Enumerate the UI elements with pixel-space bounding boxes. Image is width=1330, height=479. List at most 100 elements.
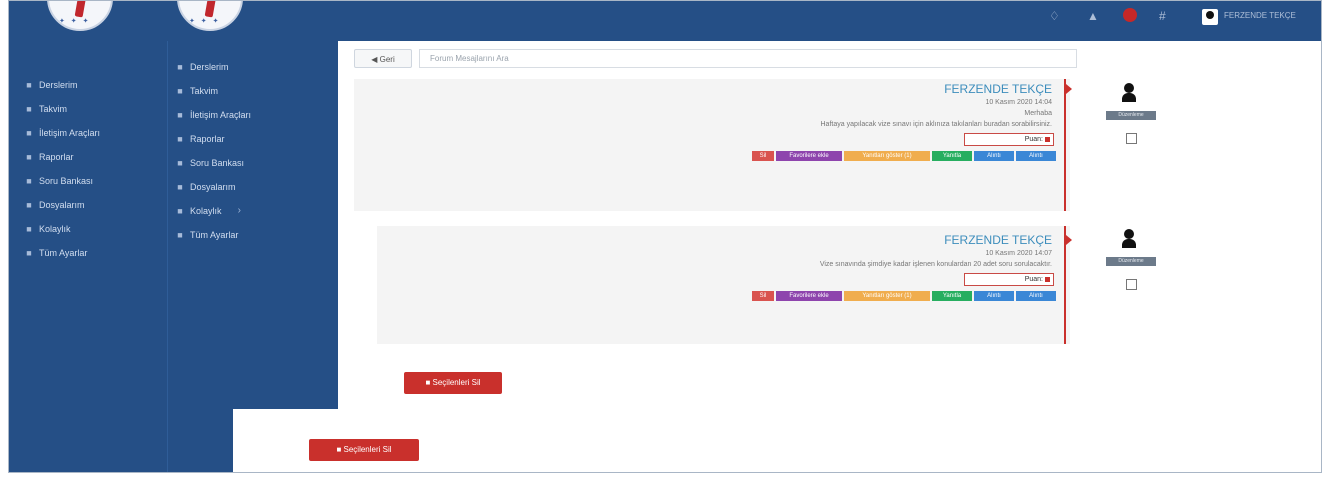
sidebar-item-label: Soru Bankası xyxy=(39,176,94,186)
sidebar-item-3[interactable]: ■ İletişim Araçları xyxy=(23,121,100,145)
sidebar-item-8[interactable]: ■ Tüm Ayarlar xyxy=(174,223,251,247)
book-icon: ■ xyxy=(26,80,32,90)
sidebar-item-1[interactable]: ■ Derslerim xyxy=(174,55,251,79)
wrench-icon: ■ xyxy=(26,248,32,258)
message-date: 10 Kasım 2020 14:04 xyxy=(985,99,1052,106)
rating-marker-icon xyxy=(1045,277,1050,282)
message-divider xyxy=(1064,79,1066,211)
sidebar-item-label: Tüm Ayarlar xyxy=(190,230,239,240)
nav-icon: ■ xyxy=(177,134,183,144)
message-author[interactable]: FERZENDE TEKÇE xyxy=(944,233,1052,247)
rating-marker-icon xyxy=(1045,137,1050,142)
message-pointer-icon xyxy=(1066,235,1072,245)
user-name[interactable]: FERZENDE TEKÇE xyxy=(1224,11,1296,20)
delete-selected-button[interactable]: ■ Seçilenleri Sil xyxy=(404,372,502,394)
sidebar-item-label: Raporlar xyxy=(190,134,225,144)
calendar-icon: ■ xyxy=(26,104,32,114)
sidebar-item-label: Takvim xyxy=(190,86,219,96)
sidebar-item-5[interactable]: ■ Soru Bankası xyxy=(174,151,251,175)
forum-search-input[interactable]: Forum Mesajlarını Ara xyxy=(419,49,1077,68)
selection-label: Düzenleme xyxy=(1106,257,1156,266)
app-window: ♢ ▲ # FERZENDE TEKÇE ■ Derslerim ■ Takvim ■ İ… xyxy=(8,0,1322,473)
rating-field[interactable]: Puan: xyxy=(964,273,1054,286)
user-avatar[interactable] xyxy=(1202,9,1218,25)
notification-badge[interactable] xyxy=(1123,8,1137,22)
message-action-button[interactable]: Favorilere ekle xyxy=(776,151,842,161)
message-date: 10 Kasım 2020 14:07 xyxy=(985,250,1052,257)
sidebar-item-4[interactable]: ■ Raporlar xyxy=(23,145,100,169)
warning-icon[interactable]: ▲ xyxy=(1087,9,1099,23)
sidebar-item-label: Dosyalarım xyxy=(190,182,236,192)
chat-icon: ■ xyxy=(26,128,32,138)
message-action-button[interactable]: Yanıtları göster (1) xyxy=(844,151,930,161)
sidebar-submenu-list: ■ Derslerim ■ Takvim ■ İletişim Araçları › ■ Rap… xyxy=(174,55,251,247)
bell-icon[interactable]: ♢ xyxy=(1049,9,1060,23)
sidebar-item-label: Takvim xyxy=(39,104,68,114)
sidebar-item-5[interactable]: ■ Soru Bankası xyxy=(23,169,100,193)
sidebar-item-7[interactable]: ■ Kolaylık xyxy=(23,217,100,241)
selection-label: Düzenleme xyxy=(1106,111,1156,120)
sidebar-item-6[interactable]: ■ Dosyalarım xyxy=(23,193,100,217)
sidebar-menu: ■ Derslerim ■ Takvim ■ İletişim Araçları ■ Rapo… xyxy=(23,73,100,265)
sidebar-item-label: Raporlar xyxy=(39,152,74,162)
trash-icon: ■ xyxy=(336,445,342,454)
database-icon: ■ xyxy=(26,176,32,186)
message-action-button[interactable]: Yanıtla xyxy=(932,151,972,161)
message-action-button[interactable]: Sil xyxy=(752,151,774,161)
sidebar-item-3[interactable]: ■ İletişim Araçları › xyxy=(174,103,251,127)
chevron-right-icon: › xyxy=(237,109,242,120)
user-icon xyxy=(1122,229,1136,251)
files-icon: ■ xyxy=(26,200,32,210)
search-icon: ■ xyxy=(26,224,32,234)
nav-icon: ■ xyxy=(177,230,183,240)
select-message-checkbox[interactable] xyxy=(1126,279,1137,290)
forum-message: FERZENDE TEKÇE 10 Kasım 2020 14:04 Merhaba… xyxy=(354,79,1072,211)
back-button[interactable]: ◀ Geri xyxy=(354,49,412,68)
chart-icon: ■ xyxy=(26,152,32,162)
message-action-button[interactable]: Yanıtla xyxy=(932,291,972,301)
sidebar-item-4[interactable]: ■ Raporlar xyxy=(174,127,251,151)
sidebar-item-7[interactable]: ■ Kolaylık › xyxy=(174,199,251,223)
nav-icon: ■ xyxy=(177,206,183,216)
message-body: Vize sınavında şimdiye kadar işlenen kon… xyxy=(819,261,1052,268)
message-action-button[interactable]: Alıntı xyxy=(1016,151,1056,161)
message-body: Haftaya yapılacak vize sınavı için aklın… xyxy=(820,121,1053,128)
nav-icon: ■ xyxy=(177,182,183,192)
message-action-button[interactable]: Alıntı xyxy=(974,291,1014,301)
forum-message: FERZENDE TEKÇE 10 Kasım 2020 14:07 Vize sı… xyxy=(377,226,1072,344)
message-action-button[interactable]: Sil xyxy=(752,291,774,301)
select-message-checkbox[interactable] xyxy=(1126,133,1137,144)
nav-icon: ■ xyxy=(177,158,183,168)
sidebar-item-8[interactable]: ■ Tüm Ayarlar xyxy=(23,241,100,265)
sidebar-item-label: İletişim Araçları xyxy=(39,128,101,138)
sidebar-item-label: Tüm Ayarlar xyxy=(39,248,88,258)
message-action-button[interactable]: Favorilere ekle xyxy=(776,291,842,301)
sidebar-item-label: Kolaylık xyxy=(190,206,222,216)
sidebar-item-2[interactable]: ■ Takvim xyxy=(174,79,251,103)
zoom-overlay-panel: ■ Seçilenleri Sil xyxy=(233,409,1321,472)
message-action-button[interactable]: Alıntı xyxy=(1016,291,1056,301)
rating-field[interactable]: Puan: xyxy=(964,133,1054,146)
message-action-button[interactable]: Alıntı xyxy=(974,151,1014,161)
delete-selected-button-zoomed[interactable]: ■ Seçilenleri Sil xyxy=(309,439,419,461)
sidebar-item-label: Derslerim xyxy=(39,80,78,90)
message-greeting: Merhaba xyxy=(1024,110,1052,117)
message-author[interactable]: FERZENDE TEKÇE xyxy=(944,82,1052,96)
sidebar-item-2[interactable]: ■ Takvim xyxy=(23,97,100,121)
sidebar-item-1[interactable]: ■ Derslerim xyxy=(23,73,100,97)
sidebar-item-label: Soru Bankası xyxy=(190,158,245,168)
sidebar-item-label: Kolaylık xyxy=(39,224,71,234)
arrow-left-icon: ◀ xyxy=(371,55,378,64)
sidebar-item-label: Derslerim xyxy=(190,62,229,72)
grid-icon[interactable]: # xyxy=(1159,9,1166,23)
sidebar-item-label: Dosyalarım xyxy=(39,200,85,210)
message-action-bar: Sil Favorilere ekle Yanıtları göster (1) Ya… xyxy=(752,291,1056,301)
message-action-button[interactable]: Yanıtları göster (1) xyxy=(844,291,930,301)
chevron-right-icon: › xyxy=(237,205,242,216)
user-icon xyxy=(1122,83,1136,105)
nav-icon: ■ xyxy=(177,62,183,72)
sidebar-item-6[interactable]: ■ Dosyalarım xyxy=(174,175,251,199)
sidebar: ■ Derslerim ■ Takvim ■ İletişim Araçları ■ Rapo… xyxy=(9,41,167,472)
message-pointer-icon xyxy=(1066,84,1072,94)
rating-label: Puan: xyxy=(1024,136,1043,143)
